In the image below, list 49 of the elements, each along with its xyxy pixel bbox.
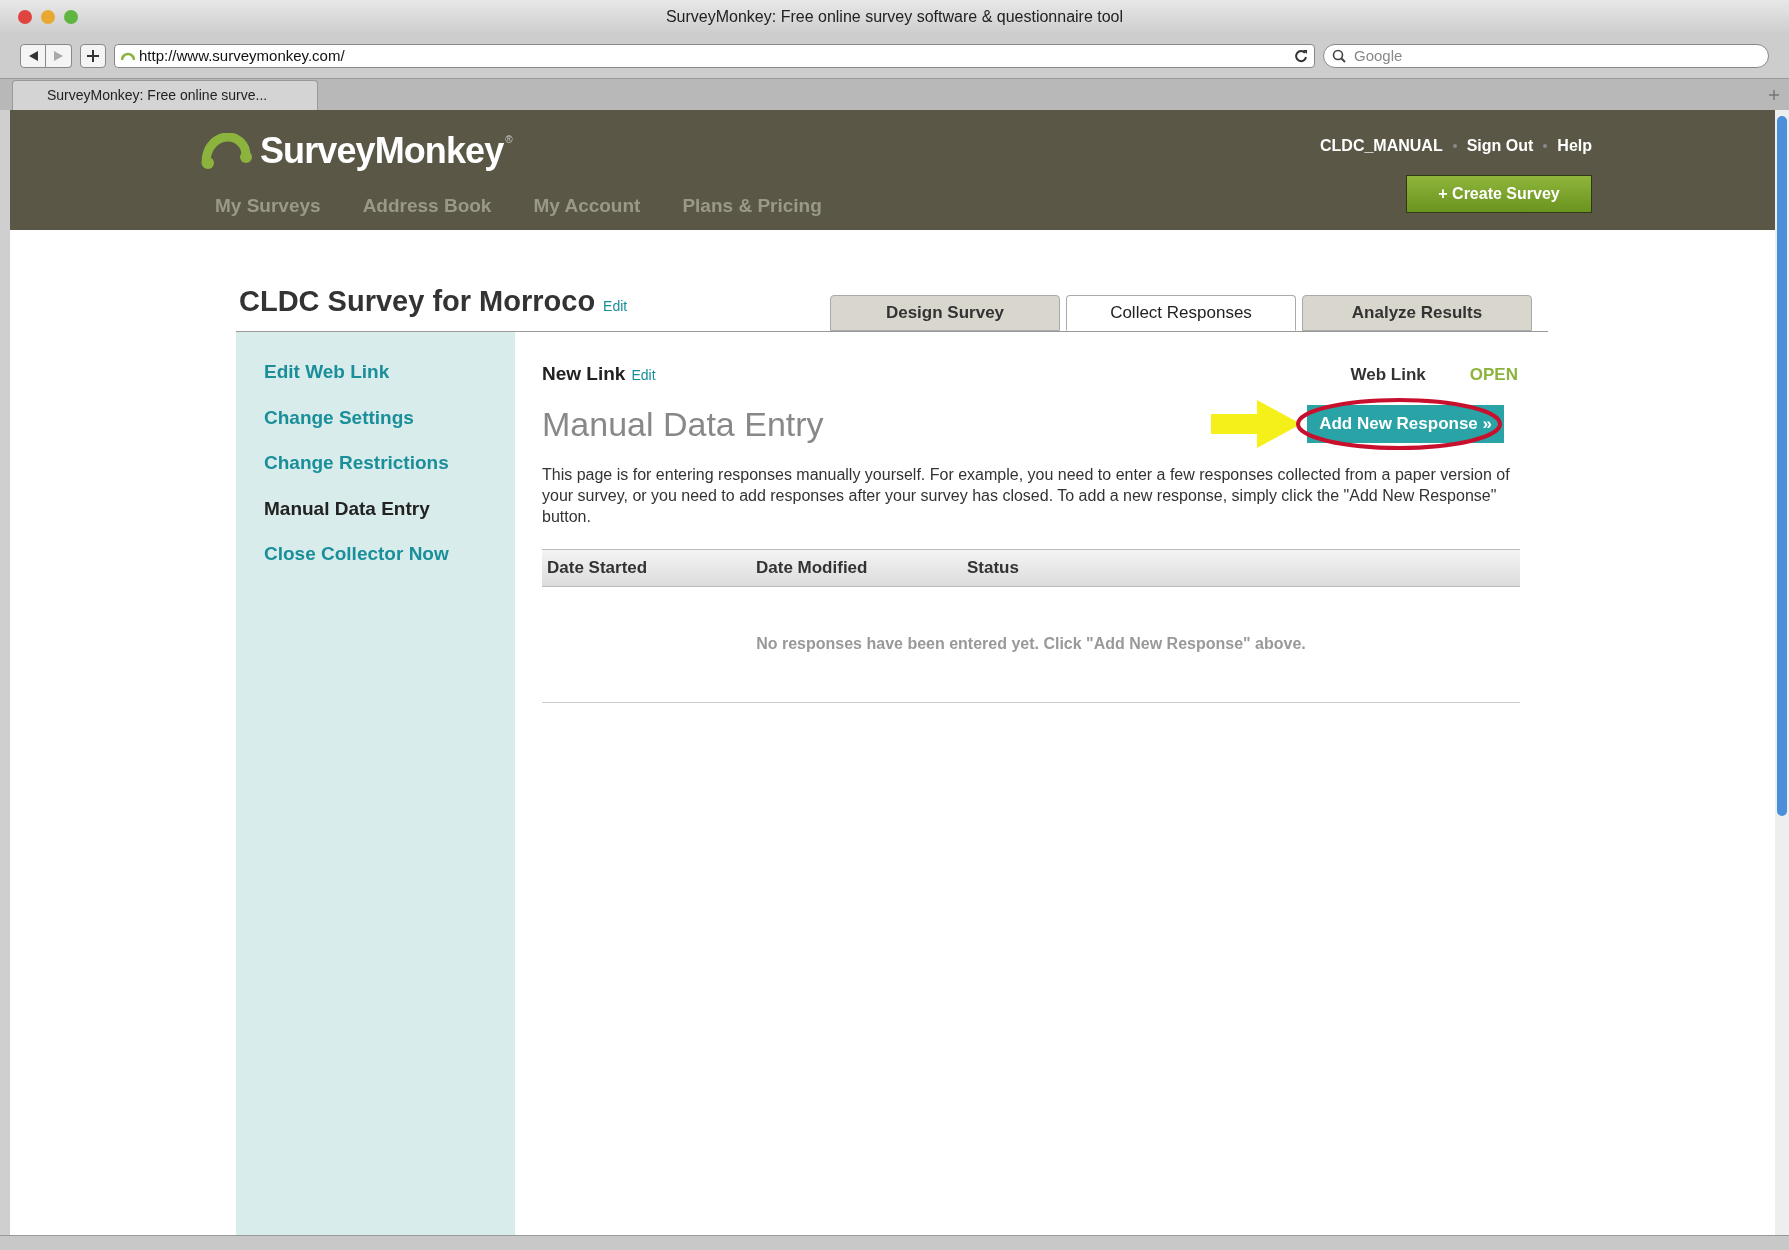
survey-title: CLDC Survey for Morroco bbox=[239, 283, 596, 319]
tab[interactable]: Collect Responses bbox=[1066, 295, 1296, 331]
add-bookmark-button[interactable] bbox=[80, 44, 106, 68]
scrollbar-thumb[interactable] bbox=[1777, 116, 1787, 816]
close-icon[interactable] bbox=[18, 10, 32, 24]
forward-icon bbox=[54, 51, 63, 61]
username: CLDC_MANUAL bbox=[1320, 136, 1443, 156]
page-heading: Manual Data Entry bbox=[542, 403, 824, 445]
registered-mark: ® bbox=[505, 133, 513, 147]
collector-status: OPEN bbox=[1469, 364, 1518, 386]
tab[interactable]: Analyze Results bbox=[1302, 295, 1532, 331]
collector-type: Web Link bbox=[1350, 364, 1426, 386]
sidebar-item[interactable]: Change Settings bbox=[264, 403, 515, 432]
search-icon bbox=[1332, 49, 1348, 63]
collector-name: New Link bbox=[542, 362, 626, 386]
column-header: Status bbox=[967, 556, 1020, 579]
logo-icon bbox=[200, 133, 252, 169]
edit-link[interactable]: Edit bbox=[603, 295, 628, 317]
url-text: http://www.surveymonkey.com/ bbox=[139, 45, 345, 66]
site-icon bbox=[121, 51, 135, 61]
header-link[interactable]: Sign Out bbox=[1466, 134, 1534, 158]
sidebar-item[interactable]: Edit Web Link bbox=[264, 358, 515, 387]
nav-link[interactable]: My Surveys bbox=[215, 192, 321, 221]
reload-icon[interactable] bbox=[1294, 49, 1308, 63]
sidebar-item[interactable]: Change Restrictions bbox=[264, 449, 515, 478]
nav-link[interactable]: My Account bbox=[533, 192, 641, 221]
column-header: Date Modified bbox=[756, 556, 869, 579]
column-header: Date Started bbox=[547, 556, 649, 579]
new-tab-icon[interactable] bbox=[1769, 90, 1779, 100]
sidebar-item[interactable]: Manual Data Entry bbox=[264, 494, 515, 523]
nav-link[interactable]: Address Book bbox=[362, 192, 492, 221]
plus-icon bbox=[87, 50, 99, 62]
window-title: SurveyMonkey: Free online survey software & questionnaire tool bbox=[665, 7, 1124, 27]
logo-text[interactable]: SurveyMonkey bbox=[260, 124, 504, 178]
sidebar-item[interactable]: Close Collector Now bbox=[264, 540, 515, 569]
tab[interactable]: Design Survey bbox=[830, 295, 1060, 331]
scrollbar[interactable] bbox=[1775, 110, 1789, 1235]
address-field[interactable]: http://www.surveymonkey.com/ bbox=[114, 44, 1315, 68]
back-button[interactable] bbox=[20, 44, 46, 68]
description-text: This page is for entering responses manually yourself. For example, you need to enter a few responses collected from a paper version of your survey, or you need to add responses after your survey has closed. To add a new response, simply click the "Add New Response" button. bbox=[542, 464, 1511, 527]
create-survey-button[interactable]: + Create Survey bbox=[1406, 175, 1592, 213]
browser-tab[interactable]: SurveyMonkey: Free online surve... bbox=[12, 80, 318, 110]
back-icon bbox=[28, 51, 38, 61]
empty-message: No responses have been entered yet. Click "Add New Response" above. bbox=[756, 634, 1306, 654]
header-link[interactable]: Help bbox=[1557, 134, 1592, 158]
zoom-icon[interactable] bbox=[64, 10, 78, 24]
nav-link[interactable]: Plans & Pricing bbox=[682, 192, 822, 221]
add-new-response-button[interactable]: Add New Response » bbox=[1307, 405, 1504, 443]
edit-link[interactable]: Edit bbox=[631, 365, 656, 386]
